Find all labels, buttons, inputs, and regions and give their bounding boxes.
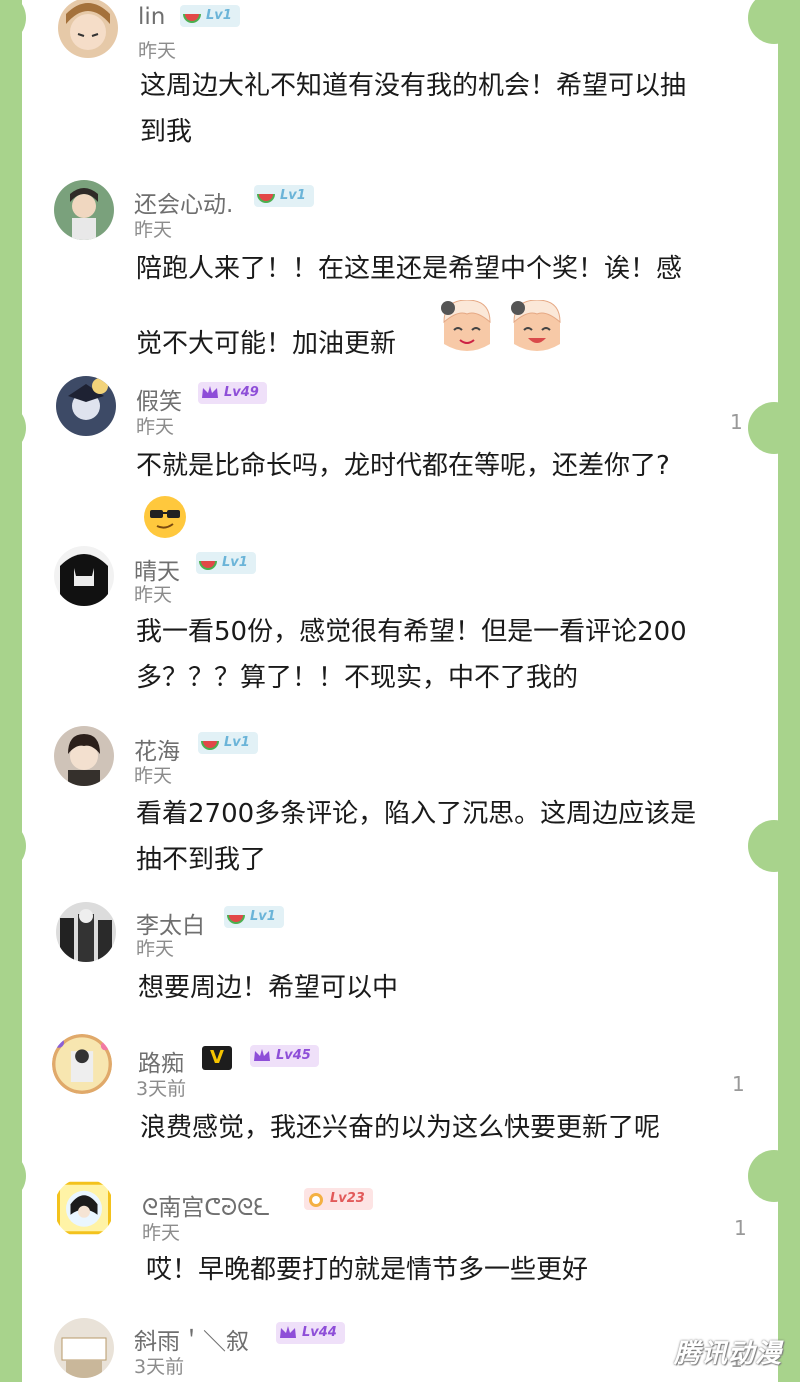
level-text: Lv1 bbox=[280, 188, 306, 203]
timestamp: 昨天 bbox=[142, 1222, 181, 1244]
watermelon-icon bbox=[201, 740, 219, 750]
level-text: Lv1 bbox=[222, 555, 248, 570]
vip-badge: V bbox=[202, 1046, 232, 1070]
level-badge: Lv44 bbox=[276, 1322, 345, 1344]
sunglasses-emoji-icon bbox=[144, 496, 186, 538]
comment-text: 陪跑人来了！！在这里还是希望中个奖！诶！感 bbox=[136, 254, 683, 284]
level-badge: Lv1 bbox=[180, 5, 240, 27]
watermelon-icon bbox=[227, 914, 245, 924]
comment-text: 想要周边！希望可以中 bbox=[138, 973, 399, 1003]
crown-icon bbox=[202, 386, 218, 398]
timestamp: 昨天 bbox=[136, 416, 175, 438]
username[interactable]: lin bbox=[138, 4, 165, 30]
level-badge: Lv49 bbox=[198, 382, 267, 404]
comment-text: 抽不到我了 bbox=[136, 845, 267, 875]
timestamp: 昨天 bbox=[138, 40, 177, 62]
frame-notch bbox=[748, 402, 800, 454]
avatar[interactable] bbox=[54, 726, 114, 786]
comment-text: 不就是比命长吗，龙时代都在等呢，还差你了? bbox=[136, 451, 670, 481]
username[interactable]: ᘓ南宫ᕦᘒᘓᘍ bbox=[142, 1188, 270, 1222]
username[interactable]: 斜雨＇＼叙 bbox=[134, 1322, 249, 1356]
level-text: Lv49 bbox=[224, 385, 259, 400]
timestamp: 昨天 bbox=[134, 584, 173, 606]
avatar[interactable] bbox=[54, 180, 114, 240]
avatar[interactable] bbox=[52, 1034, 112, 1094]
sticker-emoji-icon bbox=[441, 300, 491, 351]
level-badge: Lv45 bbox=[250, 1045, 319, 1067]
comment-text: 哎！早晚都要打的就是情节多一些更好 bbox=[146, 1255, 589, 1285]
avatar[interactable] bbox=[56, 902, 116, 962]
level-text: Lv45 bbox=[276, 1048, 311, 1063]
username[interactable]: 还会心动. bbox=[134, 185, 233, 219]
level-text: Lv23 bbox=[330, 1191, 365, 1206]
level-badge: Lv1 bbox=[196, 552, 256, 574]
avatar[interactable] bbox=[56, 376, 116, 436]
level-text: Lv1 bbox=[206, 8, 232, 23]
crown-icon bbox=[254, 1049, 270, 1061]
watermelon-icon bbox=[199, 560, 217, 570]
comment-text: 多？？？算了！！不现实，中不了我的 bbox=[136, 663, 579, 693]
timestamp: 昨天 bbox=[134, 219, 173, 241]
comment-text: 这周边大礼不知道有没有我的机会！希望可以抽 bbox=[140, 71, 687, 101]
watermark-logo: 腾讯动漫 bbox=[673, 1339, 782, 1369]
comment-text: 看着2700多条评论，陷入了沉思。这周边应该是 bbox=[136, 799, 697, 829]
level-badge: Lv1 bbox=[254, 185, 314, 207]
timestamp: 3天前 bbox=[134, 1356, 185, 1378]
watermelon-icon bbox=[257, 193, 275, 203]
timestamp: 昨天 bbox=[136, 938, 175, 960]
level-badge: Lv1 bbox=[198, 732, 258, 754]
level-text: Lv1 bbox=[224, 735, 250, 750]
medal-icon bbox=[309, 1193, 323, 1207]
level-badge: Lv23 bbox=[304, 1188, 373, 1210]
reply-count[interactable]: 1 bbox=[734, 1216, 747, 1240]
avatar[interactable] bbox=[54, 1318, 114, 1378]
level-text: Lv44 bbox=[302, 1325, 337, 1340]
avatar[interactable] bbox=[54, 1178, 114, 1238]
comment-text: 我一看50份，感觉很有希望！但是一看评论200 bbox=[136, 617, 687, 647]
reply-count[interactable]: 1 bbox=[730, 410, 743, 434]
crown-icon bbox=[280, 1326, 296, 1338]
comment-text: 浪费感觉，我还兴奋的以为这么快要更新了呢 bbox=[140, 1113, 661, 1143]
sticker-emoji-icon bbox=[511, 300, 561, 351]
comment-text: 觉不大可能！加油更新 bbox=[136, 329, 397, 359]
frame-notch bbox=[748, 0, 800, 44]
watermelon-icon bbox=[183, 13, 201, 23]
level-badge: Lv1 bbox=[224, 906, 284, 928]
frame-notch bbox=[748, 820, 800, 872]
comment-text: 到我 bbox=[140, 117, 193, 147]
reply-count[interactable]: 1 bbox=[732, 1072, 745, 1096]
username[interactable]: 假笑 bbox=[136, 382, 182, 416]
timestamp: 昨天 bbox=[134, 765, 173, 787]
frame-notch bbox=[748, 1150, 800, 1202]
timestamp: 3天前 bbox=[136, 1078, 187, 1100]
avatar[interactable] bbox=[54, 546, 114, 606]
level-text: Lv1 bbox=[250, 909, 276, 924]
username[interactable]: 路痴 bbox=[138, 1044, 184, 1078]
avatar[interactable] bbox=[58, 0, 118, 58]
